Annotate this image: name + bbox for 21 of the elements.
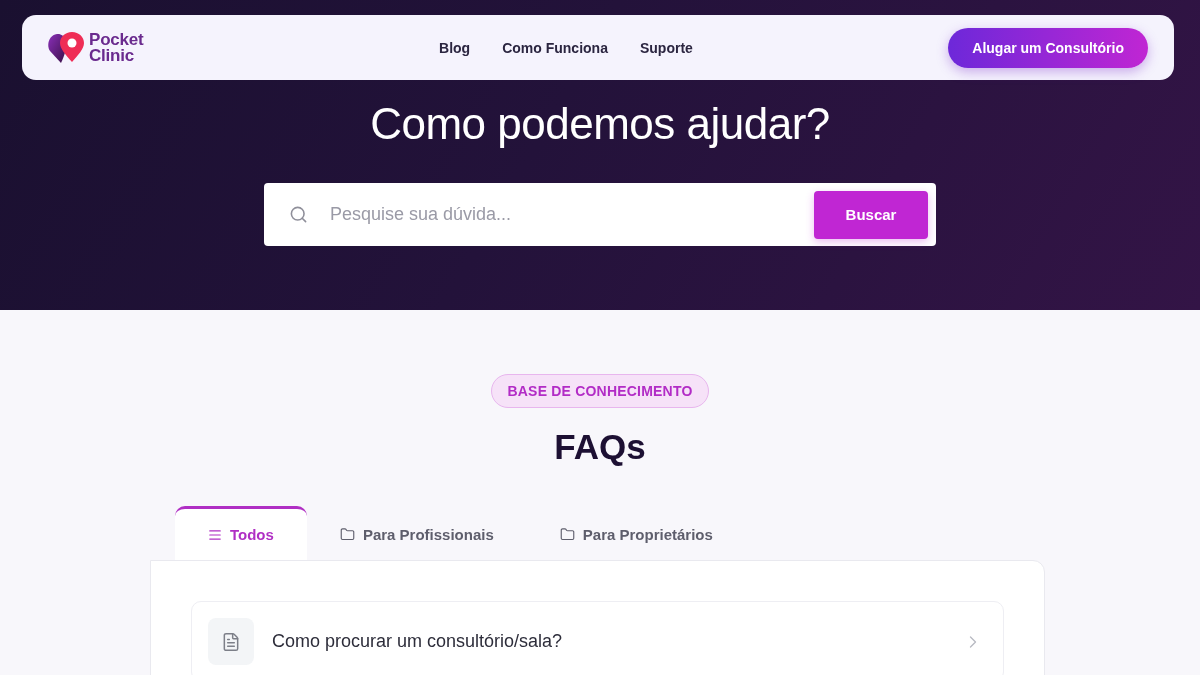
section-tag: BASE DE CONHECIMENTO bbox=[490, 374, 710, 408]
hero-title: Como podemos ajudar? bbox=[370, 98, 830, 150]
filter-tab[interactable]: Para Proprietários bbox=[526, 506, 746, 560]
filter-tab[interactable]: Todos bbox=[175, 506, 307, 560]
search-field[interactable]: Pesquise sua dúvida... Buscar bbox=[264, 183, 936, 246]
search-icon bbox=[289, 205, 308, 224]
brand-name: Pocket Clinic bbox=[89, 31, 144, 64]
section-title: FAQs bbox=[554, 426, 646, 468]
faq-item[interactable]: Como procurar um consultório/sala? bbox=[191, 601, 1004, 675]
nav-link[interactable]: Suporte bbox=[639, 39, 693, 56]
rent-office-button[interactable]: Alugar um Consultório bbox=[948, 27, 1148, 68]
search-button[interactable]: Buscar bbox=[814, 190, 928, 239]
heart-pin-logo-icon bbox=[48, 30, 86, 65]
folder-icon bbox=[559, 527, 575, 542]
folder-icon bbox=[339, 527, 355, 542]
list-icon bbox=[208, 527, 222, 542]
filter-tab[interactable]: Para Profissionais bbox=[306, 506, 527, 560]
nav-link[interactable]: Como Funciona bbox=[502, 39, 608, 56]
nav-link[interactable]: Blog bbox=[439, 39, 471, 56]
document-icon bbox=[208, 618, 254, 665]
faq-question: Como procurar um consultório/sala? bbox=[272, 631, 564, 652]
